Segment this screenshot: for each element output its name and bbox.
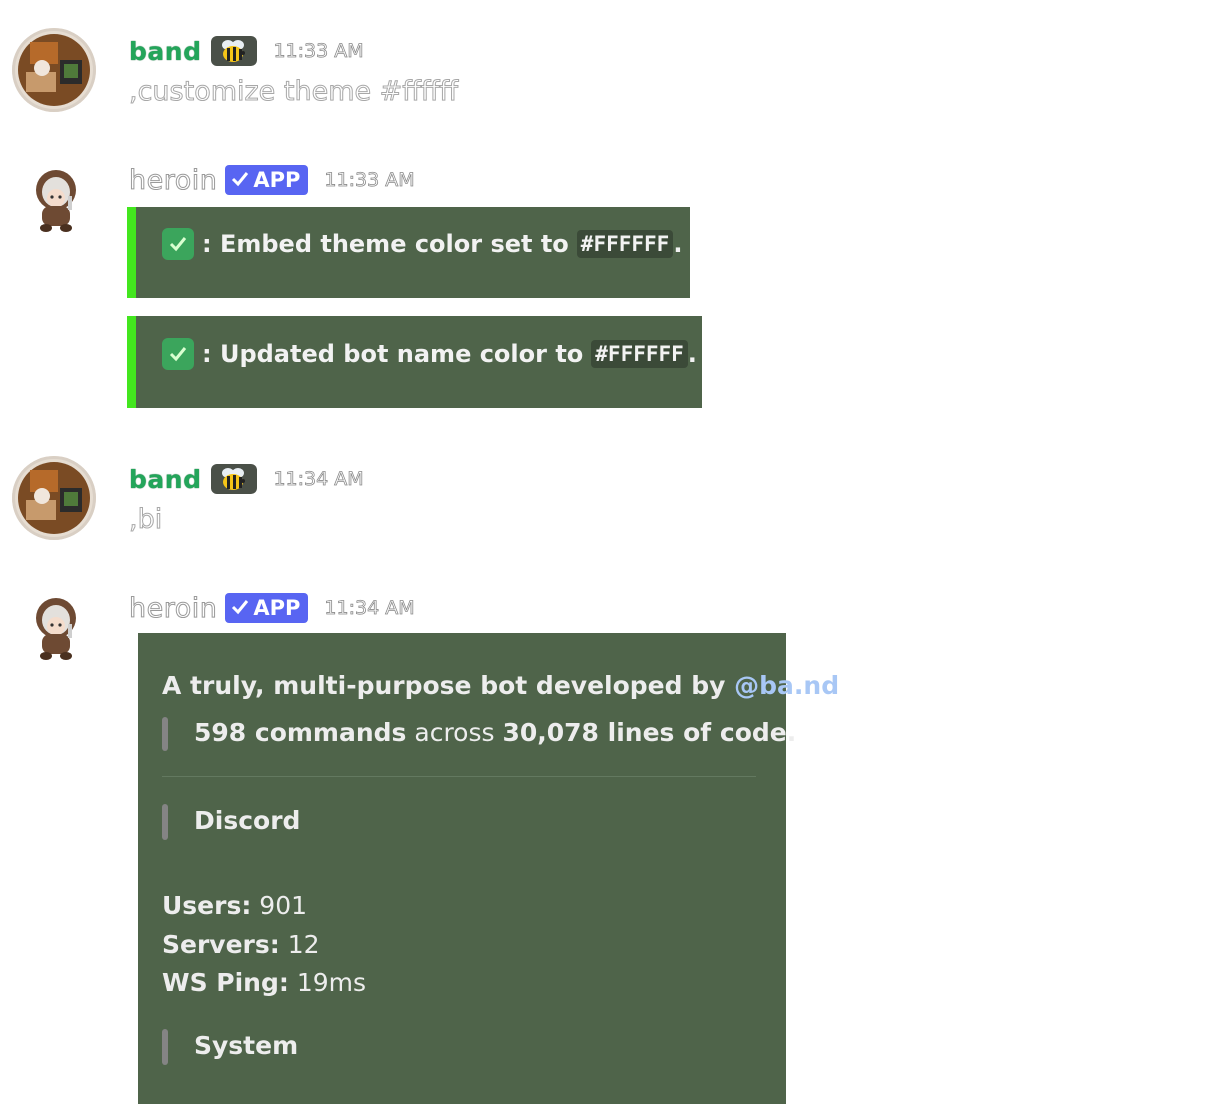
description-text: A truly, multi-purpose bot developed by	[162, 671, 726, 700]
embed-line: : Embed theme color set to #FFFFFF .	[162, 228, 682, 260]
ping-label: WS Ping:	[162, 968, 289, 997]
commands-count: 598 commands	[194, 718, 407, 747]
bot-info-embed: A truly, multi-purpose bot developed by …	[130, 633, 839, 1104]
embed-line: : Updated bot name color to #FFFFFF .	[162, 338, 697, 370]
embed-description: A truly, multi-purpose bot developed by …	[162, 671, 839, 700]
servers-stat: Servers: 12	[162, 930, 320, 959]
quote-bar	[162, 804, 168, 840]
bee-icon	[211, 464, 258, 494]
message-header: heroin APP 11:33 AM	[128, 163, 415, 197]
username[interactable]: band	[129, 465, 201, 494]
across-text: across	[414, 718, 495, 747]
ping-value: 19ms	[296, 968, 367, 997]
message-header: band 11:33 AM	[129, 34, 364, 68]
checkmark-icon	[231, 168, 249, 192]
quote-bar	[162, 717, 168, 751]
inline-code: #FFFFFF	[576, 230, 674, 258]
heroin-avatar[interactable]	[30, 596, 82, 662]
servers-label: Servers:	[162, 930, 280, 959]
embed-notch	[130, 633, 138, 647]
message-header: heroin APP 11:34 AM	[128, 591, 415, 625]
app-badge: APP	[225, 165, 309, 195]
timestamp: 11:33 AM	[324, 169, 415, 192]
users-label: Users:	[162, 891, 252, 920]
timestamp: 11:34 AM	[273, 468, 364, 491]
users-value: 901	[259, 891, 308, 920]
heroin-avatar[interactable]	[30, 168, 82, 234]
timestamp: 11:33 AM	[273, 40, 364, 63]
check-mark-icon	[162, 228, 194, 260]
stats-line: 598 commands across 30,078 lines of code…	[194, 718, 796, 747]
band-avatar[interactable]	[12, 28, 96, 112]
embed-suffix: .	[687, 340, 697, 368]
embed-bot-name-color: : Updated bot name color to #FFFFFF .	[127, 316, 702, 408]
section-discord: Discord	[194, 806, 301, 835]
user-mention[interactable]: @ba.nd	[734, 671, 839, 700]
embed-text: : Embed theme color set to	[202, 230, 569, 258]
quote-bar	[162, 1029, 168, 1065]
bee-icon	[211, 36, 258, 66]
username[interactable]: heroin	[128, 164, 217, 196]
username[interactable]: heroin	[128, 592, 217, 624]
chat-view: band 11:33 AM ,customize theme #ffffff h…	[0, 0, 1226, 1104]
embed-divider	[162, 776, 756, 777]
lines-of-code: 30,078 lines of code.	[502, 718, 797, 747]
app-badge-label: APP	[253, 168, 301, 192]
checkmark-icon	[231, 596, 249, 620]
message-text: ,bi	[128, 504, 163, 536]
check-mark-icon	[162, 338, 194, 370]
app-badge-label: APP	[253, 596, 301, 620]
ping-stat: WS Ping: 19ms	[162, 968, 366, 997]
embed-theme-color: : Embed theme color set to #FFFFFF .	[127, 207, 690, 298]
username[interactable]: band	[129, 37, 201, 66]
band-avatar[interactable]	[12, 456, 96, 540]
message-header: band 11:34 AM	[129, 462, 364, 496]
embed-text: : Updated bot name color to	[202, 340, 584, 368]
timestamp: 11:34 AM	[324, 597, 415, 620]
embed-suffix: .	[673, 230, 683, 258]
inline-code: #FFFFFF	[591, 340, 688, 368]
users-stat: Users: 901	[162, 891, 307, 920]
servers-value: 12	[287, 930, 320, 959]
section-system: System	[194, 1031, 299, 1060]
message-text: ,customize theme #ffffff	[128, 76, 459, 108]
app-badge: APP	[225, 593, 309, 623]
